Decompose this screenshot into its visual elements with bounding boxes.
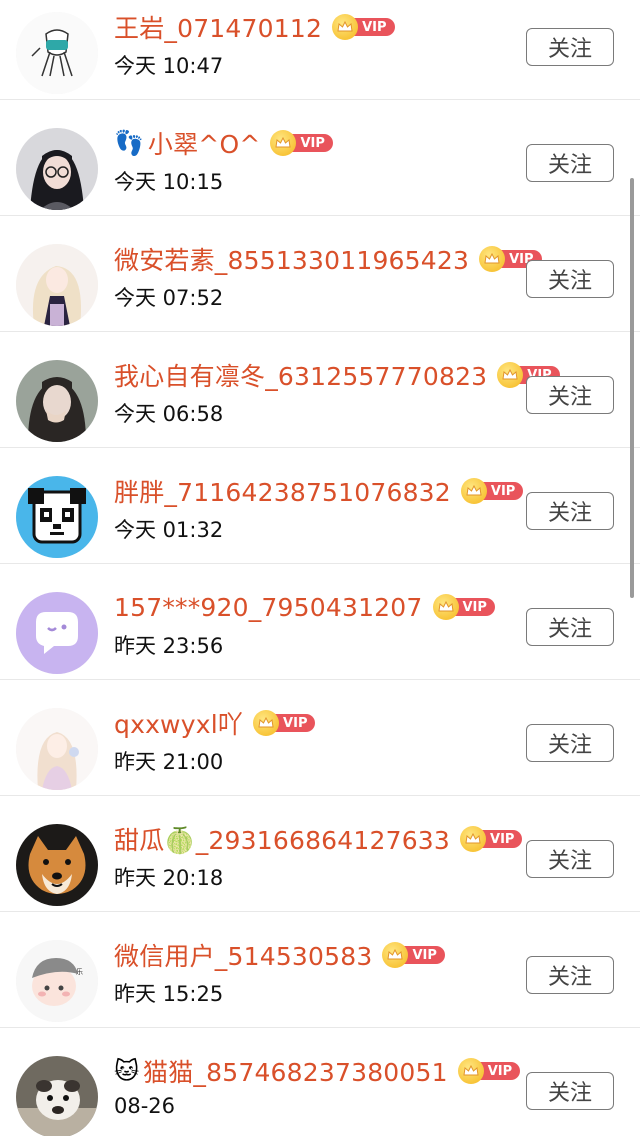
vip-badge: VIP — [460, 826, 523, 852]
follow-button[interactable]: 关注 — [526, 376, 614, 414]
username[interactable]: 我心自有凛冬_6312557770823 — [114, 357, 487, 393]
name-line: 157***920_7950431207 VIP — [114, 590, 495, 624]
follow-button[interactable]: 关注 — [526, 840, 614, 878]
follow-button[interactable]: 关注 — [526, 724, 614, 762]
avatar[interactable] — [16, 592, 98, 674]
avatar[interactable] — [16, 360, 98, 442]
follower-row[interactable]: 胖胖_71164238751076832 VIP 今天 01:32 关注 — [0, 448, 640, 564]
username[interactable]: 微安若素_855133011965423 — [114, 241, 469, 277]
follower-row[interactable]: 🐱 猫猫_857468237380051 VIP 08-26 关注 — [0, 1028, 640, 1136]
avatar[interactable] — [16, 708, 98, 790]
username[interactable]: 157***920_7950431207 — [114, 593, 423, 622]
follow-button[interactable]: 关注 — [526, 608, 614, 646]
follower-row[interactable]: 王岩_071470112 VIP 今天 10:47 关注 — [0, 0, 640, 100]
avatar[interactable] — [16, 128, 98, 210]
follow-time: 昨天 20:18 — [114, 866, 224, 890]
name-line: 微信用户_514530583 VIP — [114, 938, 445, 972]
follower-row[interactable]: 👣 小翠^O^ VIP 今天 10:15 关注 — [0, 100, 640, 216]
username[interactable]: qxxwyxl吖 — [114, 705, 243, 741]
vip-badge: VIP — [460, 478, 524, 504]
username[interactable]: 甜瓜🍈_293166864127633 — [114, 821, 450, 857]
username[interactable]: 胖胖_71164238751076832 — [114, 473, 451, 509]
follower-row[interactable]: qxxwyxl吖 VIP 昨天 21:00 关注 — [0, 680, 640, 796]
follow-time: 今天 06:58 — [114, 402, 224, 426]
follow-button[interactable]: 关注 — [526, 1072, 614, 1110]
follow-button[interactable]: 关注 — [526, 492, 614, 530]
follower-row[interactable]: 乐 微信用户_514530583 VIP 昨天 15:25 关注 — [0, 912, 640, 1028]
vip-badge: VIP — [457, 1058, 521, 1084]
follow-time: 昨天 21:00 — [114, 750, 224, 774]
vip-badge: VIP — [382, 942, 445, 968]
avatar[interactable]: 乐 — [16, 940, 98, 1022]
name-line: 王岩_071470112 VIP — [114, 10, 395, 44]
follow-button[interactable]: 关注 — [526, 144, 614, 182]
crown-icon — [457, 1058, 484, 1084]
follow-button[interactable]: 关注 — [526, 28, 614, 66]
crown-icon — [332, 14, 359, 40]
name-line: 微安若素_855133011965423 VIP — [114, 242, 542, 276]
name-line: 我心自有凛冬_6312557770823 VIP — [114, 358, 560, 392]
avatar[interactable] — [16, 476, 98, 558]
follower-row[interactable]: 157***920_7950431207 VIP 昨天 23:56 关注 — [0, 564, 640, 680]
name-line: 👣 小翠^O^ VIP — [114, 126, 333, 160]
name-line: 胖胖_71164238751076832 VIP — [114, 473, 524, 509]
avatar[interactable] — [16, 1056, 98, 1136]
follow-time: 今天 10:47 — [114, 54, 224, 78]
vip-badge: VIP — [270, 130, 333, 156]
name-line: 🐱 猫猫_857468237380051 VIP — [114, 1053, 521, 1089]
name-line: qxxwyxl吖 VIP — [114, 705, 316, 741]
username[interactable]: 微信用户_514530583 — [114, 937, 372, 973]
follow-button[interactable]: 关注 — [526, 260, 614, 298]
crown-icon — [479, 246, 506, 272]
crown-icon — [460, 478, 487, 504]
vip-badge: VIP — [332, 14, 395, 40]
follow-time: 今天 07:52 — [114, 286, 224, 310]
crown-icon — [253, 710, 280, 736]
crown-icon — [497, 362, 524, 388]
name-prefix-emoji: 👣 — [114, 129, 144, 157]
name-line: 甜瓜🍈_293166864127633 VIP — [114, 821, 523, 857]
svg-text:乐: 乐 — [76, 967, 83, 976]
avatar[interactable] — [16, 244, 98, 326]
name-prefix-emoji: 🐱 — [114, 1057, 140, 1085]
username[interactable]: 猫猫_857468237380051 — [143, 1053, 448, 1089]
follower-list: 王岩_071470112 VIP 今天 10:47 关注 👣 小翠^O^ VIP 今天 10:… — [0, 0, 640, 1136]
follower-row[interactable]: 我心自有凛冬_6312557770823 VIP 今天 06:58 关注 — [0, 332, 640, 448]
follow-button[interactable]: 关注 — [526, 956, 614, 994]
vip-badge: VIP — [432, 594, 495, 620]
follow-time: 今天 10:15 — [114, 170, 224, 194]
follow-time: 昨天 15:25 — [114, 982, 224, 1006]
follower-row[interactable]: 微安若素_855133011965423 VIP 今天 07:52 关注 — [0, 216, 640, 332]
username[interactable]: 小翠^O^ — [148, 125, 261, 161]
follow-time: 08-26 — [114, 1094, 176, 1118]
scrollbar[interactable] — [630, 178, 634, 598]
crown-icon — [270, 130, 297, 156]
crown-icon — [432, 594, 459, 620]
follower-row[interactable]: 甜瓜🍈_293166864127633 VIP 昨天 20:18 关注 — [0, 796, 640, 912]
vip-badge: VIP — [253, 710, 316, 736]
crown-icon — [382, 942, 409, 968]
avatar[interactable] — [16, 12, 98, 94]
follow-time: 昨天 23:56 — [114, 634, 224, 658]
avatar[interactable] — [16, 824, 98, 906]
follow-time: 今天 01:32 — [114, 518, 224, 542]
username[interactable]: 王岩_071470112 — [114, 9, 322, 45]
crown-icon — [460, 826, 487, 852]
